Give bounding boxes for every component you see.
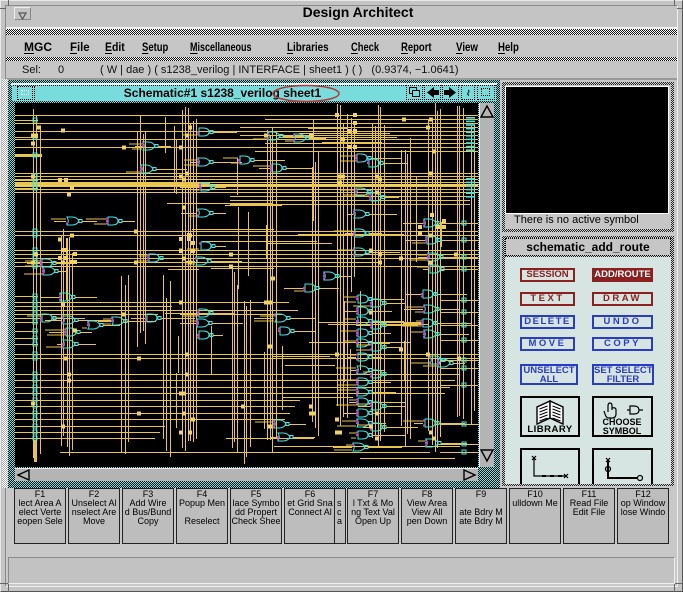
svg-text:SYMBOL: SYMBOL	[603, 426, 642, 435]
svg-text:LIBRARY: LIBRARY	[527, 424, 573, 435]
svg-text:ADD: ADD	[540, 481, 560, 482]
